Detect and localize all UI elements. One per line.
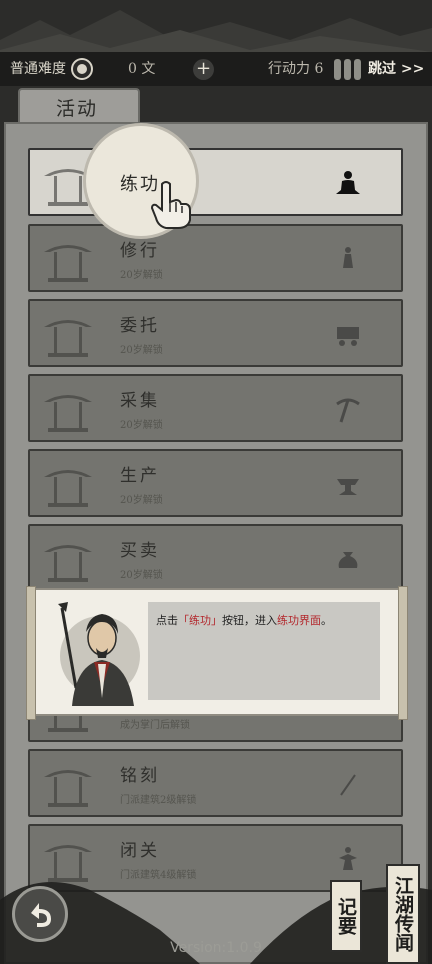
activity-row-0[interactable]: 练功 <box>28 148 403 216</box>
activity-name: 委托 <box>120 316 160 336</box>
pickaxe-icon <box>336 398 360 423</box>
chisel-icon <box>340 774 356 796</box>
coin-icon <box>73 60 91 78</box>
tab-activities-label: 活动 <box>56 98 99 120</box>
activity-unlock-hint: 20岁解锁 <box>120 495 163 506</box>
activity-name: 生产 <box>120 466 160 486</box>
pavilion-icon <box>44 470 92 507</box>
activity-unlock-hint: 20岁解锁 <box>120 570 163 581</box>
pavilion-icon <box>44 395 92 432</box>
activity-unlock-hint: 20岁解锁 <box>120 345 163 356</box>
activity-row-7[interactable]: 铭刻门派建筑2级解锁 <box>28 749 403 817</box>
coin-bag-icon <box>338 552 358 568</box>
pavilion-icon <box>44 545 92 582</box>
dialog-highlight-button: 「练功」 <box>178 614 222 627</box>
activity-name: 闭关 <box>120 841 160 861</box>
dialog-textbox: 点击「练功」按钮，进入练功界面。 <box>148 602 380 700</box>
notes-button[interactable]: 记要 <box>330 880 362 952</box>
meditation-icon <box>336 171 360 194</box>
activity-row-2[interactable]: 委托 20岁解锁 <box>28 299 403 367</box>
monk-icon <box>343 247 353 268</box>
back-button[interactable] <box>12 886 68 942</box>
activity-unlock-hint: 20岁解锁 <box>120 270 163 281</box>
skip-button[interactable]: 跳过 >> <box>368 52 424 86</box>
tutorial-dialog: 点击「练功」按钮，进入练功界面。 <box>26 586 408 720</box>
activity-name: 铭刻 <box>120 766 160 786</box>
activity-row-4[interactable]: 生产 20岁解锁 <box>28 449 403 517</box>
ink-mountain-backdrop <box>0 0 432 60</box>
pavilion-icon <box>44 770 92 807</box>
action-points-bar <box>334 59 364 84</box>
action-points-label: 行动力 6 <box>268 61 324 77</box>
swordsman-portrait <box>58 602 140 706</box>
activity-row-5[interactable]: 买卖 20岁解锁 <box>28 524 403 592</box>
dialog-message: 点击「练功」按钮，进入练功界面。 <box>156 612 332 628</box>
activity-name: 买卖 <box>120 541 160 561</box>
dialog-text-mid: 按钮，进入 <box>222 614 277 627</box>
scroll-rod-left <box>26 586 36 720</box>
version-label: Version:1.0.9 <box>170 940 262 956</box>
activity-unlock-hint: 门派建筑2级解锁 <box>120 795 197 806</box>
pavilion-icon <box>44 320 92 357</box>
cart-icon <box>337 327 359 346</box>
tab-activities[interactable]: 活动 <box>18 88 140 122</box>
add-coins-button[interactable]: + <box>193 59 214 80</box>
activity-name: 修行 <box>120 241 160 261</box>
scroll-rod-right <box>398 586 408 720</box>
activity-row-1[interactable]: 修行 20岁解锁 <box>28 224 403 292</box>
activity-unlock-hint: 20岁解锁 <box>120 420 163 431</box>
rumors-button[interactable]: 江湖传闻 <box>386 864 420 964</box>
activity-row-3[interactable]: 采集 20岁解锁 <box>28 374 403 442</box>
activity-unlock-hint: 成为掌门后解锁 <box>120 720 190 731</box>
pavilion-icon <box>44 245 92 282</box>
back-arrow-icon <box>31 903 51 927</box>
anvil-icon <box>337 479 359 495</box>
status-bar: 普通难度 0 文 + 行动力 6 跳过 >> <box>0 52 432 86</box>
difficulty-label: 普通难度 <box>10 61 66 77</box>
dialog-highlight-screen: 练功界面 <box>277 614 321 627</box>
dialog-text-pre: 点击 <box>156 614 178 627</box>
coin-count: 0 文 <box>128 61 156 77</box>
activity-name: 采集 <box>120 391 160 411</box>
pointing-hand-icon <box>150 181 191 229</box>
dialog-text-post: 。 <box>321 614 332 627</box>
